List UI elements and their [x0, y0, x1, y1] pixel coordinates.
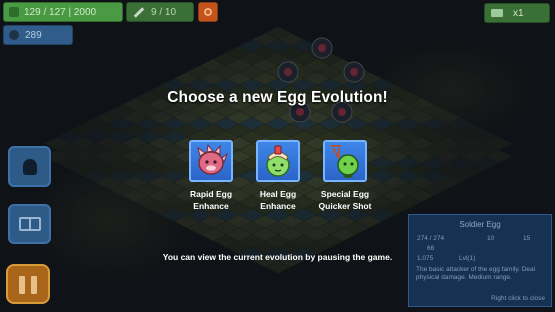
game-screen: 129 / 127 | 2000 9 / 10 289 x1 Soldier E…	[0, 0, 555, 312]
coin-value: 289	[25, 29, 42, 41]
unit-stat-b: 15	[523, 235, 531, 242]
health-value: 129 / 127 | 2000	[24, 6, 97, 18]
coin-bar: 289	[3, 25, 73, 45]
speed-value: x1	[513, 7, 524, 19]
choice-label-line1: Special Egg	[320, 189, 370, 199]
egg-icon	[23, 159, 37, 175]
evolution-title: Choose a new Egg Evolution!	[167, 89, 388, 106]
unit-stat-c: 66	[427, 245, 435, 252]
health-bar: 129 / 127 | 2000	[3, 2, 123, 22]
choice-label: Rapid Egg Enhance	[176, 188, 246, 212]
choice-label-line2: Enhance	[260, 201, 296, 211]
speed-icon	[491, 9, 503, 17]
unit-count-value: 9 / 10	[151, 6, 177, 18]
unit-count-bar: 9 / 10	[126, 2, 194, 22]
book-icon	[19, 217, 41, 231]
choice-label-line2: Quicker Shot	[318, 201, 372, 211]
choice-label-line2: Enhance	[193, 201, 229, 211]
spiky-pink-egg-icon[interactable]	[189, 140, 233, 182]
choice-label: Special Egg Quicker Shot	[310, 188, 380, 212]
egg-record-button[interactable]	[8, 146, 51, 187]
pause-icon	[19, 276, 25, 294]
unit-hp: 274 / 274	[417, 235, 445, 242]
pause-button[interactable]	[6, 264, 50, 304]
book-button[interactable]	[8, 204, 51, 244]
evolution-hint: You can view the current evolution by pa…	[162, 252, 393, 262]
heart-icon	[9, 7, 19, 17]
close-hint: Right click to close	[491, 295, 545, 302]
green-heal-egg-icon[interactable]	[256, 140, 300, 182]
alert-button[interactable]	[198, 2, 218, 22]
unit-description: The basic attacker of the egg family. De…	[416, 266, 536, 281]
choice-label-line1: Rapid Egg	[189, 189, 233, 199]
alert-icon	[204, 8, 212, 16]
coin-icon	[9, 30, 19, 40]
unit-stat-a: 10	[487, 235, 495, 242]
sword-icon	[133, 6, 145, 18]
green-slingshot-egg-icon[interactable]	[323, 140, 367, 182]
choice-label-line1: Heal Egg	[259, 189, 297, 199]
unit-info-title: Soldier Egg	[459, 220, 501, 229]
pause-icon	[31, 276, 37, 294]
speed-button[interactable]: x1	[484, 3, 550, 23]
choice-label: Heal Egg Enhance	[243, 188, 313, 212]
